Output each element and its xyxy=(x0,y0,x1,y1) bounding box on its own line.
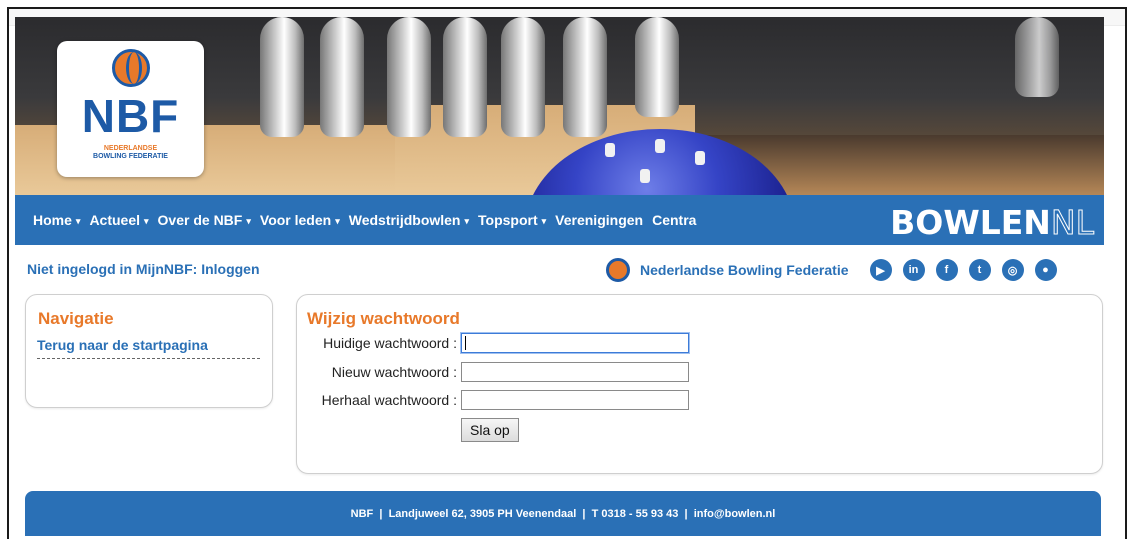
instagram-icon[interactable]: ◎ xyxy=(1001,259,1024,281)
chevron-down-icon: ▾ xyxy=(246,215,251,226)
main-navigation: Home ▾ Actueel ▾ Over de NBF ▾ Voor leden ▾ … xyxy=(15,195,1104,245)
repeat-password-label: Herhaal wachtwoord : xyxy=(321,392,457,408)
bowling-pin xyxy=(1015,17,1059,97)
nav-menu: Home ▾ Actueel ▾ Over de NBF ▾ Voor leden ▾ … xyxy=(33,195,705,245)
federation-bar: Nederlandse Bowling Federatie ▶ in f t ◎… xyxy=(606,258,1057,282)
bowling-pin xyxy=(320,17,364,137)
nav-item-topsport[interactable]: Topsport ▾ xyxy=(478,212,546,228)
bowling-pin xyxy=(260,17,304,137)
current-password-row: Huidige wachtwoord : xyxy=(297,333,689,353)
bowling-pin xyxy=(387,17,431,137)
brand-outline-text: NL xyxy=(1050,203,1094,243)
save-button[interactable]: Sla op xyxy=(461,418,519,442)
nav-item-over-de-nbf[interactable]: Over de NBF ▾ xyxy=(158,212,251,228)
chevron-down-icon: ▾ xyxy=(335,215,340,226)
nav-item-label: Wedstrijdbowlen xyxy=(348,212,461,228)
new-password-label: Nieuw wachtwoord : xyxy=(331,364,457,380)
nav-item-verenigingen[interactable]: Verenigingen xyxy=(555,212,643,228)
nav-item-voor-leden[interactable]: Voor leden ▾ xyxy=(260,212,340,228)
brand-bold-text: BOWLEN xyxy=(890,203,1051,242)
bowling-ball-icon[interactable]: ● xyxy=(1034,259,1057,281)
nav-item-label: Voor leden xyxy=(259,212,332,228)
nav-item-label: Verenigingen xyxy=(555,212,644,228)
logo-subtitle: NEDERLANDSE BOWLING FEDERATIE xyxy=(57,145,204,161)
logo-text: NBF xyxy=(81,90,180,142)
federation-name[interactable]: Nederlandse Bowling Federatie xyxy=(640,262,849,278)
basketball-logo-icon xyxy=(112,49,150,87)
nav-item-label: Centra xyxy=(652,212,697,228)
facebook-icon[interactable]: f xyxy=(935,259,958,281)
nav-item-label: Home xyxy=(33,212,72,228)
back-to-home-link[interactable]: Terug naar de startpagina xyxy=(37,337,260,359)
federation-logo-icon xyxy=(606,258,630,282)
bowling-pin xyxy=(501,17,545,137)
text-cursor xyxy=(465,336,466,350)
current-password-label: Huidige wachtwoord : xyxy=(323,335,457,351)
nav-item-centra[interactable]: Centra xyxy=(652,212,696,228)
footer: NBF | Landjuweel 62, 3905 PH Veenendaal … xyxy=(25,491,1101,536)
navigation-title: Navigatie xyxy=(38,309,114,328)
youtube-icon[interactable]: ▶ xyxy=(869,259,892,281)
logo-subtitle-line-1: NEDERLANDSE xyxy=(103,145,158,152)
nav-item-label: Topsport xyxy=(478,212,538,228)
current-password-input[interactable] xyxy=(461,333,689,353)
bowlen-nl-logo[interactable]: BOWLENNL xyxy=(890,203,1094,243)
change-password-panel: Wijzig wachtwoord Huidige wachtwoord : N… xyxy=(296,294,1103,474)
footer-contact-text: NBF | Landjuweel 62, 3905 PH Veenendaal … xyxy=(350,507,776,520)
navigation-panel: Navigatie Terug naar de startpagina xyxy=(25,294,273,408)
new-password-input[interactable] xyxy=(461,362,689,382)
logo-subtitle-line-2: BOWLING FEDERATIE xyxy=(93,153,168,160)
chevron-down-icon: ▾ xyxy=(75,215,81,226)
bowling-pin xyxy=(635,17,679,117)
new-password-row: Nieuw wachtwoord : xyxy=(297,362,689,382)
linkedin-icon[interactable]: in xyxy=(902,259,925,281)
repeat-password-input[interactable] xyxy=(461,390,689,410)
repeat-password-row: Herhaal wachtwoord : xyxy=(297,390,689,410)
form-title: Wijzig wachtwoord xyxy=(307,309,460,328)
nav-item-label: Actueel xyxy=(89,212,141,228)
nav-item-home[interactable]: Home ▾ xyxy=(33,212,80,228)
nav-item-label: Over de NBF xyxy=(157,212,243,228)
nav-item-actueel[interactable]: Actueel ▾ xyxy=(89,212,148,228)
nav-item-wedstrijdbowlen[interactable]: Wedstrijdbowlen ▾ xyxy=(349,212,469,228)
login-link[interactable]: Niet ingelogd in MijnNBF: Inloggen xyxy=(27,261,260,277)
bowling-pin xyxy=(443,17,487,137)
bowling-pin xyxy=(563,17,607,137)
chevron-down-icon: ▾ xyxy=(541,215,547,226)
nbf-logo[interactable]: NBF NEDERLANDSE BOWLING FEDERATIE xyxy=(57,41,204,177)
twitter-icon[interactable]: t xyxy=(968,259,991,281)
chevron-down-icon: ▾ xyxy=(464,215,470,226)
chevron-down-icon: ▾ xyxy=(144,215,149,226)
